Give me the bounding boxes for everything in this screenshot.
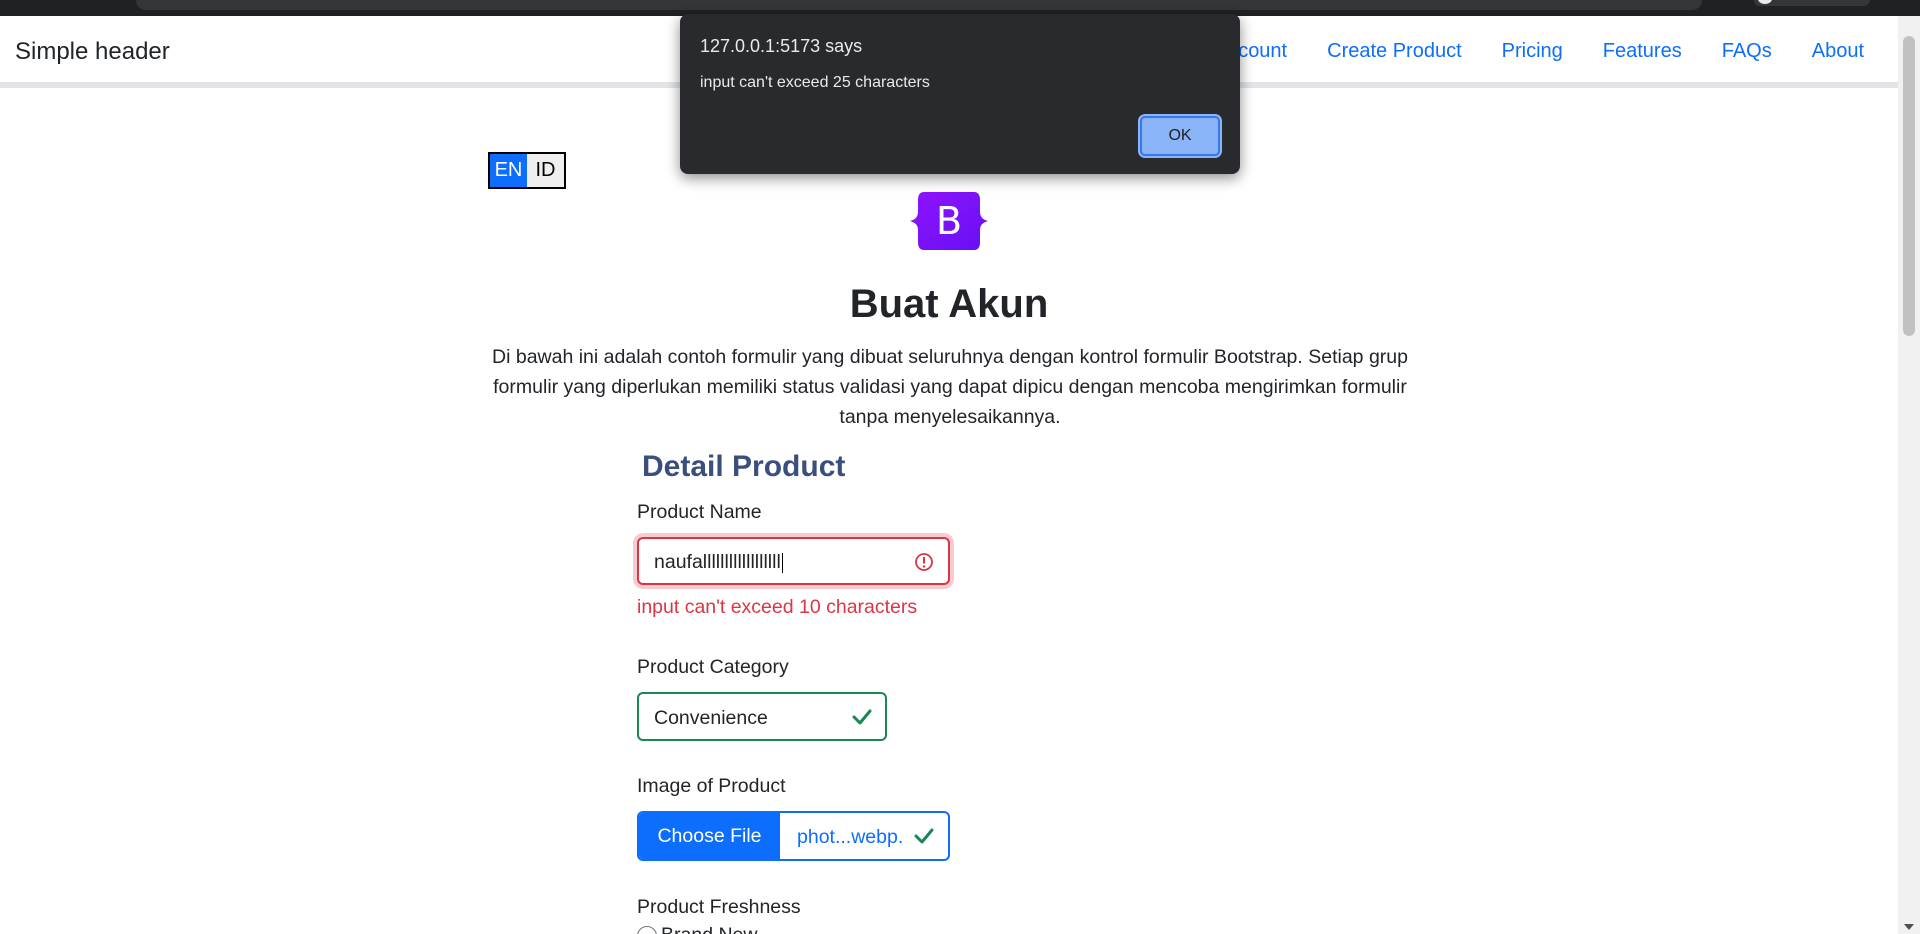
dialog-message: input can't exceed 25 characters — [700, 74, 930, 91]
site-brand[interactable]: Simple header — [15, 38, 170, 66]
product-name-value: naufallllllllllllllllll — [654, 551, 781, 573]
product-category-label: Product Category — [637, 656, 789, 678]
lang-en-button[interactable]: EN — [490, 154, 527, 187]
image-label: Image of Product — [637, 775, 786, 797]
logo-letter: B — [936, 199, 962, 243]
selected-file-name: phot...webp. — [797, 826, 904, 848]
nav-create-product[interactable]: Create Product — [1327, 40, 1462, 63]
alert-dialog: 127.0.0.1:5173 says input can't exceed 2… — [680, 14, 1240, 174]
product-category-value: Convenience — [654, 707, 768, 729]
bootstrap-logo: B — [910, 192, 988, 250]
radio-button[interactable] — [637, 925, 657, 934]
image-file-input[interactable]: Choose File phot...webp. — [637, 811, 950, 861]
profile-toggle[interactable] — [1754, 0, 1870, 6]
product-name-error: input can't exceed 10 characters — [637, 596, 918, 618]
freshness-option-label: Brand New — [661, 924, 757, 934]
error-circle-icon — [915, 553, 933, 571]
checkmark-icon — [914, 828, 934, 844]
page-title: Buat Akun — [849, 282, 1049, 326]
product-name-label: Product Name — [637, 501, 762, 523]
dialog-title: 127.0.0.1:5173 says — [700, 36, 863, 56]
nav-features[interactable]: Features — [1603, 40, 1682, 63]
text-caret — [781, 552, 783, 573]
address-bar[interactable] — [136, 0, 1702, 10]
choose-file-button[interactable]: Choose File — [639, 813, 780, 859]
scrollbar-thumb[interactable] — [1903, 36, 1915, 336]
section-title: Detail Product — [642, 450, 846, 483]
nav-about[interactable]: About — [1812, 40, 1864, 63]
scroll-down-arrow-icon[interactable] — [1904, 924, 1914, 930]
product-category-select[interactable]: Convenience — [637, 692, 887, 741]
product-name-input[interactable]: naufallllllllllllllllll — [637, 537, 950, 585]
main-nav: ccount Create Product Pricing Features F… — [1188, 40, 1864, 63]
freshness-option-brand-new[interactable]: Brand New — [637, 924, 757, 934]
freshness-label: Product Freshness — [637, 896, 801, 918]
page-scrollbar[interactable] — [1898, 16, 1920, 934]
language-toggle: EN ID — [488, 152, 566, 189]
page-lead: Di bawah ini adalah contoh formulir yang… — [492, 346, 1408, 428]
checkmark-icon — [852, 709, 872, 725]
nav-faqs[interactable]: FAQs — [1722, 40, 1772, 63]
dialog-ok-button[interactable]: OK — [1140, 116, 1220, 156]
lang-id-button[interactable]: ID — [527, 154, 564, 187]
nav-pricing[interactable]: Pricing — [1502, 40, 1563, 63]
